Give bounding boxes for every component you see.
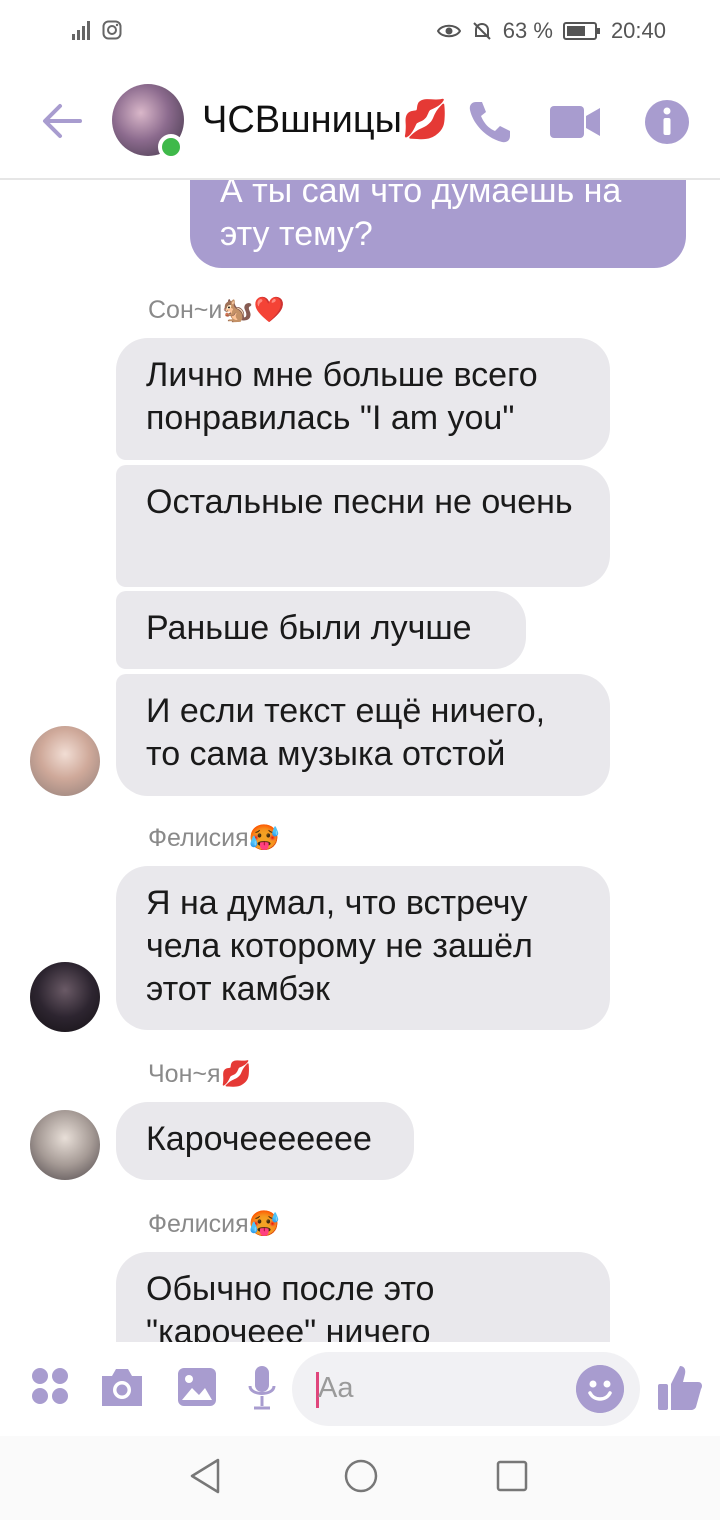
sender-avatar[interactable] <box>30 962 100 1032</box>
instagram-icon <box>102 20 122 40</box>
video-camera-icon[interactable] <box>548 96 604 148</box>
incoming-message[interactable]: Я на думал, что встречу чела которому не… <box>116 866 610 1030</box>
phone-icon[interactable] <box>464 96 516 148</box>
status-bar: 63 % 20:40 <box>0 0 720 62</box>
sender-name: Фелисия🥵 <box>148 824 280 852</box>
online-status-indicator <box>158 134 184 160</box>
apps-icon[interactable] <box>30 1366 70 1406</box>
nav-back-icon[interactable] <box>188 1456 224 1496</box>
message-input[interactable]: Aa <box>292 1352 640 1426</box>
info-icon[interactable] <box>644 96 690 148</box>
incoming-message[interactable]: Раньше были лучше <box>116 591 526 669</box>
incoming-message[interactable]: Лично мне больше всего понравилась "I am… <box>116 338 610 460</box>
emoji-icon[interactable] <box>576 1365 624 1413</box>
chat-header: ЧСВшницы💋 <box>0 62 720 180</box>
status-right: 63 % 20:40 <box>436 18 666 44</box>
incoming-message[interactable]: Карочееееeee <box>116 1102 414 1180</box>
back-arrow-icon[interactable] <box>38 96 88 146</box>
battery-icon <box>562 22 600 40</box>
nav-home-icon[interactable] <box>342 1456 380 1496</box>
mute-bell-icon <box>473 22 491 40</box>
message-list[interactable]: А ты сам что думаешь на эту тему? Сон~и🐿… <box>0 180 720 1342</box>
input-placeholder: Aa <box>318 1372 354 1404</box>
sender-name: Фелисия🥵 <box>148 1210 280 1238</box>
sender-avatar[interactable] <box>30 1110 100 1180</box>
thumbs-up-icon[interactable] <box>656 1362 704 1412</box>
battery-percent: 63 % <box>502 18 553 43</box>
system-nav-bar <box>0 1436 720 1520</box>
camera-icon[interactable] <box>98 1366 146 1408</box>
incoming-message[interactable]: Остальные песни не очень <box>116 465 610 587</box>
nav-recents-icon[interactable] <box>494 1456 530 1496</box>
signal-icon <box>72 21 90 40</box>
outgoing-message[interactable]: А ты сам что думаешь на эту тему? <box>190 180 686 268</box>
composer-bar: Aa <box>0 1342 720 1436</box>
status-left <box>72 20 122 40</box>
sender-name: Сон~и🐿️❤️ <box>148 296 285 324</box>
clock: 20:40 <box>610 18 666 43</box>
incoming-message[interactable]: Обычно после это "карочеее" ничего <box>116 1252 610 1342</box>
eye-icon <box>436 24 461 38</box>
microphone-icon[interactable] <box>246 1364 278 1412</box>
sender-name: Чон~я💋 <box>148 1060 252 1088</box>
sender-avatar[interactable] <box>30 726 100 796</box>
gallery-icon[interactable] <box>176 1366 218 1408</box>
chat-title[interactable]: ЧСВшницы💋 <box>202 98 449 142</box>
incoming-message[interactable]: И если текст ещё ничего, то сама музыка … <box>116 674 610 796</box>
